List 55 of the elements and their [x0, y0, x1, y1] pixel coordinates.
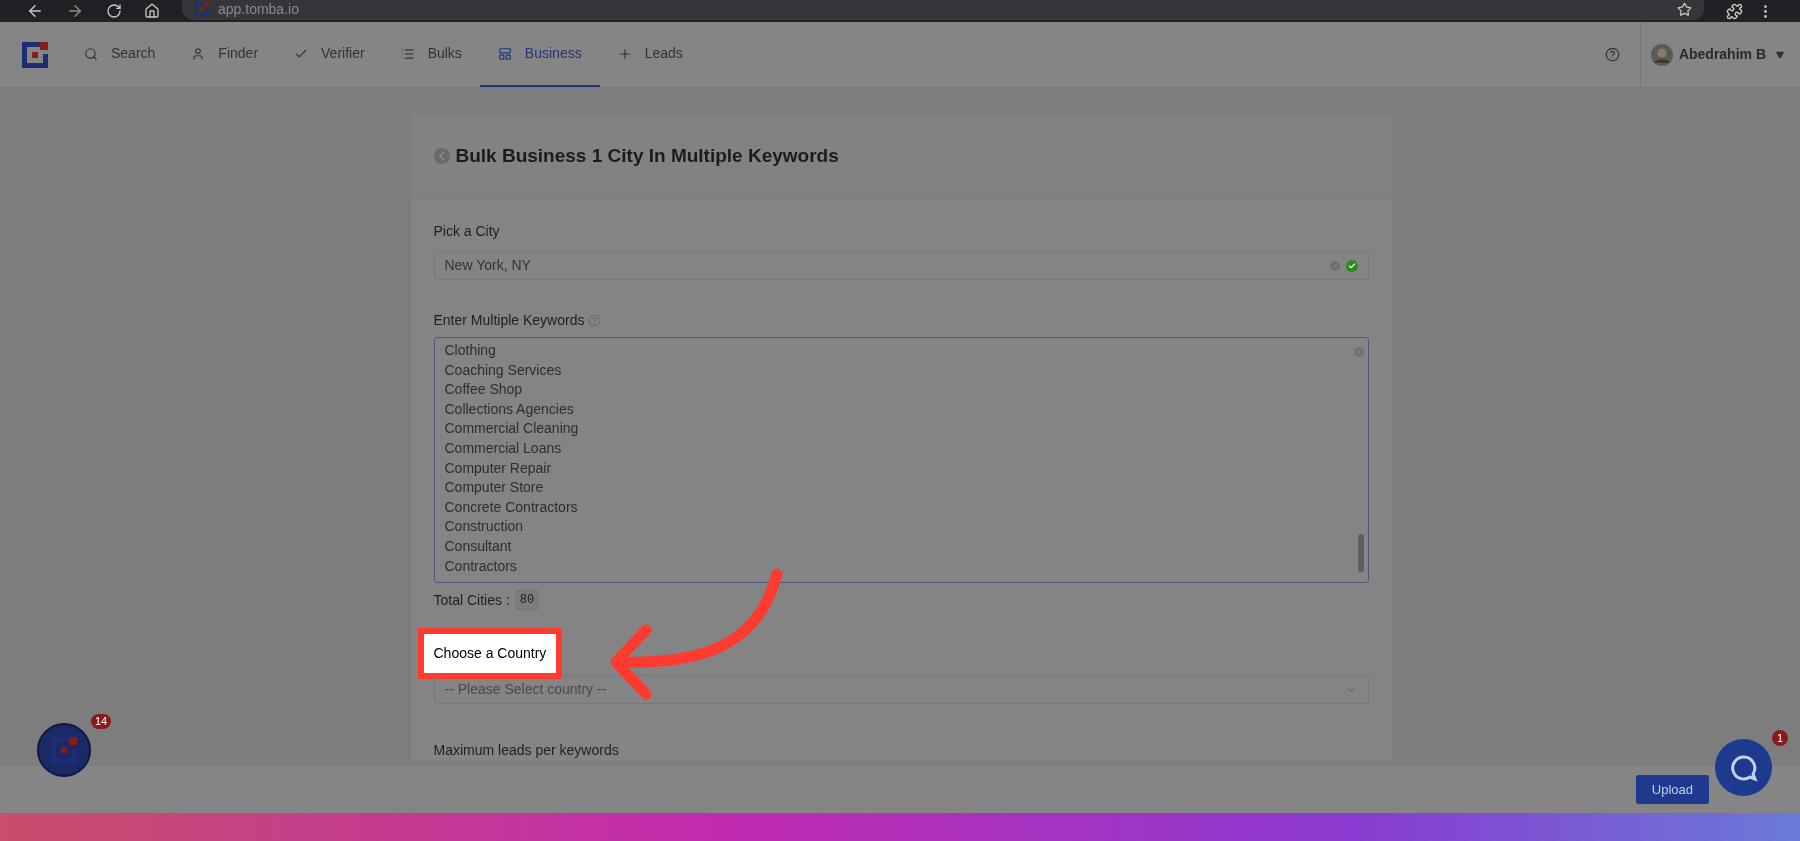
- business-icon: [497, 46, 512, 61]
- app-logo: [20, 39, 50, 70]
- launcher-logo: [49, 735, 79, 765]
- home-icon[interactable]: [144, 3, 160, 19]
- keyword-line: Coffee Shop: [444, 380, 524, 400]
- help-icon[interactable]: [1604, 47, 1620, 62]
- field-label: Maximum leads per keywords: [433, 741, 620, 760]
- url-text: app.tomba.io: [218, 0, 299, 19]
- nav-tab[interactable]: Verifier: [276, 22, 383, 87]
- field-label: Pick a City: [433, 222, 501, 241]
- keyword-line: Commercial Cleaning: [444, 419, 580, 439]
- keywords-field[interactable]: Clothing Coaching Services Coffee Shop Collections Agencies Commercial Cleaning Commercial Loans Computer Repair Computer Store Concrete Contractors Construction Consultant Contractors: [433, 337, 1369, 583]
- search-icon: [84, 46, 98, 61]
- avatar: [1650, 43, 1673, 66]
- country-select[interactable]: -- Please Select country --: [433, 675, 1369, 704]
- nav-tab[interactable]: Finder: [173, 22, 277, 87]
- total-label: Total Cities :: [433, 590, 510, 610]
- keyword-line: Contractors: [444, 556, 518, 576]
- info-icon: [588, 314, 602, 327]
- field-label: Enter Multiple Keywords: [433, 311, 585, 330]
- keyword-line: Construction: [444, 517, 525, 537]
- nav-tab[interactable]: Search: [66, 22, 174, 87]
- notification-badge: 1: [1772, 730, 1788, 746]
- bookmark-star-icon[interactable]: [1677, 1, 1692, 17]
- nav-tab[interactable]: Bulks: [382, 22, 480, 87]
- nav-tab[interactable]: Leads: [599, 22, 701, 87]
- extensions-icon[interactable]: [1726, 2, 1743, 20]
- total-value: 80: [514, 589, 540, 611]
- address-bar[interactable]: app.tomba.io: [182, 0, 1704, 20]
- keyword-line: Commercial Loans: [444, 438, 563, 458]
- nav-tab[interactable]: Business: [479, 22, 600, 87]
- keyword-line: Clothing: [444, 341, 497, 360]
- notification-badge: 14: [91, 714, 112, 729]
- leads-icon: [617, 46, 632, 61]
- back-icon[interactable]: [26, 2, 44, 20]
- launcher-button[interactable]: [37, 723, 91, 777]
- site-logo: [194, 1, 210, 17]
- keyword-line: Consultant: [444, 536, 513, 556]
- bulks-icon: [400, 46, 415, 61]
- chat-bubble-icon: [1729, 753, 1758, 782]
- forward-icon[interactable]: [66, 2, 84, 20]
- reload-icon[interactable]: [106, 3, 122, 19]
- keyword-line: Concrete Contractors: [444, 497, 579, 517]
- country-label: Choose a Country: [417, 628, 563, 679]
- finder-icon: [191, 46, 206, 61]
- keyword-line: Computer Store: [444, 478, 545, 498]
- card-title: Bulk Business 1 City In Multiple Keywords: [455, 143, 839, 168]
- upload-button[interactable]: Upload: [1635, 775, 1709, 804]
- scrollbar-thumb[interactable]: [1357, 534, 1364, 572]
- keyword-line: Coaching Services: [444, 360, 563, 380]
- city-field[interactable]: New York, NY: [433, 251, 1369, 280]
- keyword-line: Collections Agencies: [444, 399, 575, 419]
- caret-icon: [1776, 50, 1784, 59]
- user-menu[interactable]: Abedrahim B: [1639, 22, 1800, 87]
- keyword-line: Computer Repair: [444, 458, 553, 478]
